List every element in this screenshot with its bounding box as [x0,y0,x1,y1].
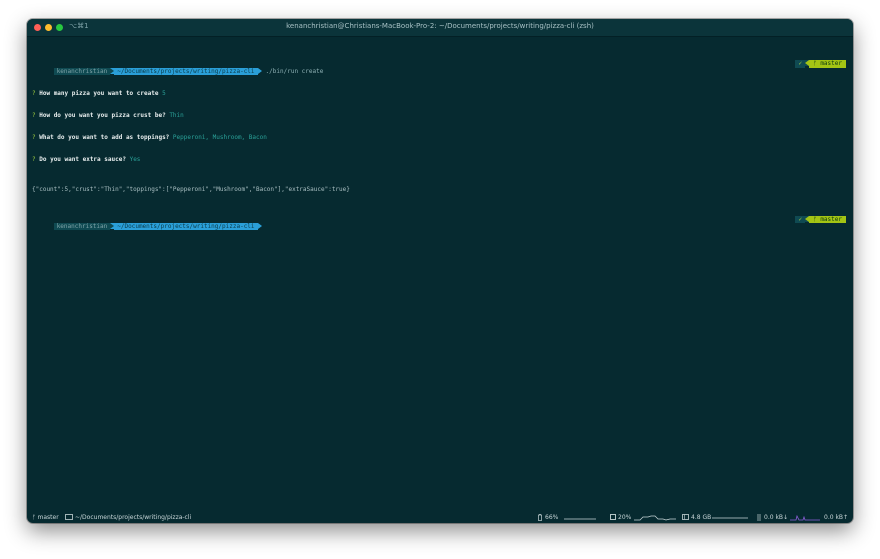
status-bar: ᚠ master ~/Documents/projects/writing/pi… [27,512,853,523]
question-text: Do you want extra sauce? [39,156,126,164]
prompt-path: ~/Documents/projects/writing/pizza-cli [114,223,258,231]
cpu-percent: 20% [618,514,632,521]
question-line: ? How do you want you pizza crust be? Th… [32,112,848,119]
prompt-user: kenanchristian [53,67,111,76]
cpu-sparkline [634,515,676,521]
memory-icon [682,514,689,522]
json-output: {"count":5,"crust":"Thin","toppings":["P… [32,186,350,194]
battery-percent: 66% [545,514,559,521]
battery-icon [538,514,542,523]
network-up: 0.0 kB↑ [824,514,849,521]
network-down: 0.0 kB↓ [764,514,789,521]
question-line: ? What do you want to add as toppings? P… [32,134,848,141]
prompt-line: kenanchristian ~/Documents/projects/writi… [32,60,848,76]
answer-text: 5 [162,89,166,97]
git-branch-badge: ᚠ master [809,215,846,224]
battery-sparkline [564,518,596,520]
cpu-icon [610,514,616,522]
question-line: ? Do you want extra sauce? Yes [32,156,848,163]
folder-icon [65,514,73,522]
terminal-output[interactable]: kenanchristian ~/Documents/projects/writi… [32,38,848,231]
question-text: How many pizza you want to create [39,89,159,97]
question-mark: ? [32,89,36,97]
window-title: kenanchristian@Christians-MacBook-Pro-2:… [286,22,594,30]
terminal-window: ⌥⌘1 kenanchristian@Christians-MacBook-Pr… [27,19,853,523]
question-mark: ? [32,112,36,120]
question-mark: ? [32,156,36,164]
status-git-branch: ᚠ master [32,514,59,521]
status-check-icon: ✓ [795,215,806,224]
network-sparkline [790,514,820,521]
answer-text: Thin [169,112,184,120]
question-text: What do you want to add as toppings? [39,134,170,142]
prompt-path: ~/Documents/projects/writing/pizza-cli [114,67,258,76]
question-line: ? How many pizza you want to create 5 [32,90,848,97]
status-check-icon: ✓ [795,60,806,68]
typed-command: ./bin/run create [265,67,324,75]
answer-text: Yes [129,156,141,164]
git-branch-badge: ᚠ master [809,60,846,68]
prompt-separator [257,223,262,230]
memory-usage: 4.8 GB [691,514,712,521]
question-mark: ? [32,134,36,142]
memory-sparkline [712,517,748,519]
right-prompt: ✓ ᚠ master [795,60,846,68]
answer-text: Pepperoni, Mushroom, Bacon [172,134,267,142]
network-icon [756,514,762,523]
question-text: How do you want you pizza crust be? [39,112,166,120]
right-prompt: ✓ ᚠ master [795,215,846,224]
prompt-user: kenanchristian [53,223,111,231]
prompt-line: kenanchristian ~/Documents/projects/writi… [32,215,848,231]
status-path: ~/Documents/projects/writing/pizza-cli [75,514,192,521]
title-bar[interactable]: ⌥⌘1 kenanchristian@Christians-MacBook-Pr… [27,19,853,37]
